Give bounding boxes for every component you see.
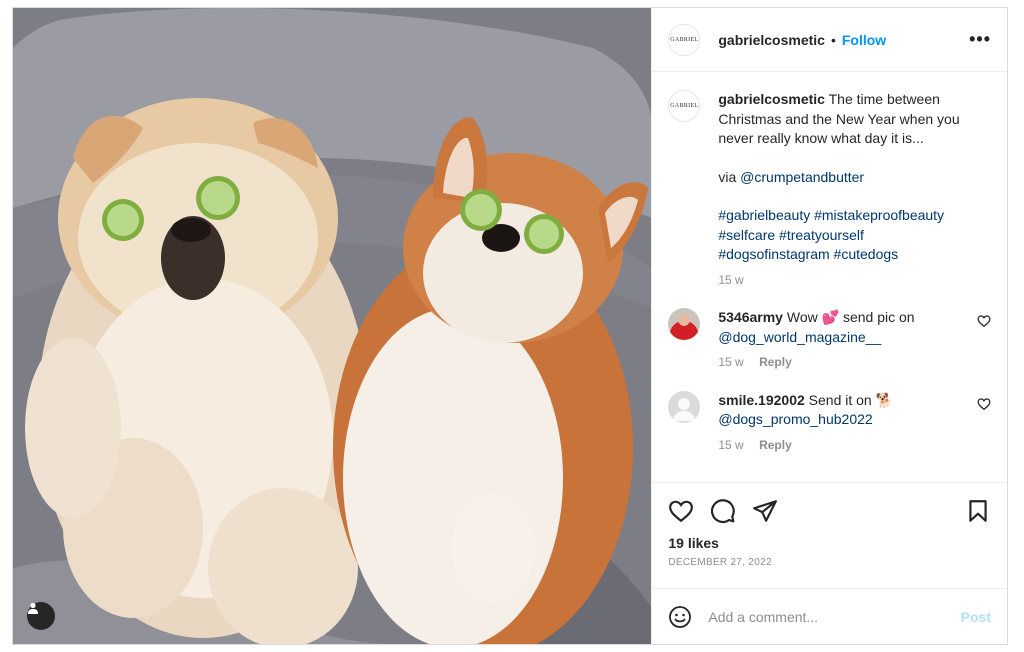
more-options-icon[interactable]: •••: [969, 29, 991, 50]
default-avatar-icon: [673, 397, 696, 421]
commenter-username[interactable]: 5346army: [718, 309, 783, 325]
comment-text: Send it on 🐕: [808, 391, 894, 408]
like-button[interactable]: [668, 498, 694, 524]
comment-meta: 15 w Reply: [718, 436, 967, 456]
bookmark-icon: [969, 500, 987, 522]
hashtags-line-3[interactable]: #dogsofinstagram #cutedogs: [718, 245, 991, 265]
follow-button[interactable]: Follow: [842, 32, 886, 48]
heart-icon: [669, 500, 694, 523]
author-username[interactable]: gabrielcosmetic: [718, 32, 825, 48]
instagram-post: GABRIEL gabrielcosmetic • Follow ••• GAB…: [12, 7, 1008, 645]
caption-username[interactable]: gabrielcosmetic: [718, 91, 825, 107]
user-tags-button[interactable]: [27, 602, 55, 630]
comment-like-heart-icon[interactable]: [977, 397, 991, 411]
share-button[interactable]: [752, 498, 778, 524]
commenter-avatar[interactable]: [668, 390, 701, 423]
dogs-illustration: [13, 8, 652, 644]
post-header: GABRIEL gabrielcosmetic • Follow •••: [652, 8, 1007, 72]
comment-button[interactable]: [710, 498, 736, 524]
emoji-button[interactable]: [668, 605, 692, 629]
comment-timestamp[interactable]: 15 w: [718, 438, 743, 452]
post-comment-button[interactable]: Post: [961, 609, 991, 625]
via-prefix: via: [718, 168, 741, 185]
likes-count[interactable]: 19 likes: [668, 535, 991, 551]
caption-timestamp[interactable]: 15 w: [718, 271, 991, 291]
via-mention-link[interactable]: @crumpetandbutter: [740, 169, 864, 185]
reply-button[interactable]: Reply: [759, 438, 792, 452]
separator-dot: •: [830, 31, 836, 48]
comment-item: smile.192002 Send it on 🐕 @dogs_promo_hu…: [668, 390, 991, 456]
caption-body: gabrielcosmetic The time between Christm…: [718, 90, 991, 290]
comment-mention-link[interactable]: @dogs_promo_hub2022: [718, 410, 967, 430]
hashtags-line-2[interactable]: #selfcare #treatyourself: [718, 226, 991, 246]
save-button[interactable]: [965, 498, 991, 524]
commenter-avatar[interactable]: [668, 308, 701, 340]
author-avatar[interactable]: GABRIEL: [668, 23, 701, 56]
comment-text: Wow 💕 send pic on: [786, 309, 915, 325]
add-comment-bar: Post: [652, 588, 1007, 644]
comment-icon: [711, 499, 736, 523]
paper-plane-icon: [753, 500, 778, 522]
post-side-panel: GABRIEL gabrielcosmetic • Follow ••• GAB…: [651, 8, 1007, 644]
post-photo[interactable]: [13, 8, 652, 644]
comment-mention-link[interactable]: @dog_world_magazine__: [718, 328, 967, 348]
comment-input[interactable]: [708, 608, 961, 625]
comment-body: smile.192002 Send it on 🐕 @dogs_promo_hu…: [718, 391, 967, 456]
post-actions: 19 likes DECEMBER 27, 2022: [652, 482, 1007, 588]
comment-timestamp[interactable]: 15 w: [718, 355, 743, 369]
post-date: DECEMBER 27, 2022: [668, 557, 772, 568]
smiley-icon: [669, 605, 692, 628]
comment-body: 5346army Wow 💕 send pic on @dog_world_ma…: [718, 308, 967, 373]
comment-like-heart-icon[interactable]: [977, 314, 991, 328]
person-icon: [28, 602, 38, 614]
brand-logo-text: GABRIEL: [670, 103, 699, 109]
brand-logo-text: GABRIEL: [670, 36, 699, 43]
hashtags-line-1[interactable]: #gabrielbeauty #mistakeproofbeauty: [718, 206, 991, 226]
action-icons: [668, 495, 991, 527]
comments-section[interactable]: GABRIEL gabrielcosmetic The time between…: [652, 72, 1007, 482]
reply-button[interactable]: Reply: [759, 355, 792, 369]
comment-meta: 15 w Reply: [718, 353, 967, 373]
comment-item: 5346army Wow 💕 send pic on @dog_world_ma…: [668, 308, 991, 373]
commenter-username[interactable]: smile.192002: [718, 392, 804, 408]
caption: GABRIEL gabrielcosmetic The time between…: [668, 90, 991, 290]
caption-author-avatar[interactable]: GABRIEL: [668, 90, 701, 122]
